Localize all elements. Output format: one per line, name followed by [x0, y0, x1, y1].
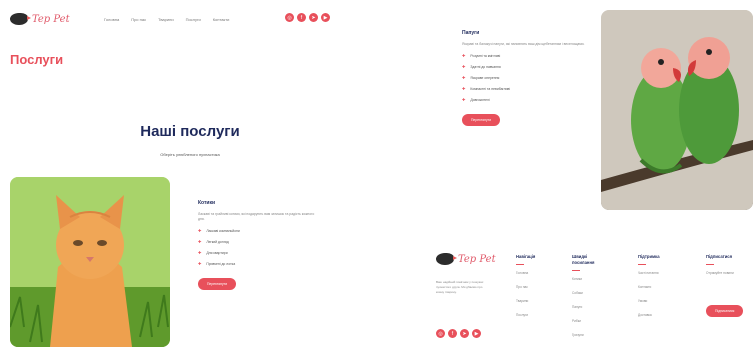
footer-divider [638, 264, 646, 265]
services-page-left: Tep Pet Головна Про нас Тварини Послуги … [0, 0, 380, 357]
footer-link[interactable]: Папуги [572, 305, 610, 309]
cat-illustration [10, 177, 170, 347]
nav-item-animals[interactable]: Тварини [158, 17, 173, 22]
parrot-view-button[interactable]: Переглянути [462, 114, 501, 126]
section-subtitle: Оберіть улюбленого пухнастика [160, 152, 220, 157]
footer-col-support: Підтримка Часті питання Контакти Умови Д… [638, 254, 676, 327]
footer-logo-text: Tep Pet [458, 253, 496, 265]
section-title: Наші послуги [140, 123, 240, 140]
footer-link[interactable]: Тварини [516, 299, 554, 303]
facebook-icon[interactable]: f [297, 13, 306, 22]
footer-link[interactable]: Контакти [638, 285, 676, 289]
site-footer: Tep Pet Ваш надійний помічник у пошуках … [436, 250, 753, 357]
list-item: Привчені до лотка [198, 261, 316, 266]
footer-link[interactable]: Собаки [572, 291, 610, 295]
footer-divider [516, 264, 524, 265]
list-item: Яскраве оперення [462, 75, 592, 80]
cat-card-title: Котики [198, 200, 216, 206]
cat-card: Котики Ласкаві та грайливі котики, які п… [198, 200, 316, 290]
footer-col-title: Підписатися [706, 254, 733, 259]
cat-card-description: Ласкаві та грайливі котики, які подаруют… [198, 212, 315, 221]
list-item: Розумні та кмітливі [462, 53, 592, 58]
footer-link[interactable]: Умови [638, 299, 676, 303]
site-logo[interactable]: Tep Pet [10, 13, 70, 25]
footer-col-subscribe: Підписатися Отримуйте новини Підписатися [706, 254, 744, 317]
list-item: Довгожителі [462, 97, 592, 102]
footer-divider [572, 270, 580, 271]
nav-item-contacts[interactable]: Контакти [213, 17, 230, 22]
list-item: Легкий догляд [198, 239, 316, 244]
footer-col-navigation: Навігація Головна Про нас Тварини Послуг… [516, 254, 554, 327]
footer-link[interactable]: Головна [516, 271, 554, 275]
instagram-icon[interactable]: ◎ [436, 329, 445, 338]
cat-view-button[interactable]: Переглянути [198, 278, 237, 290]
cat-card-bullets: Ласкаві компаньйони Легкий догляд Для кв… [198, 228, 316, 266]
footer-link[interactable]: Доставка [638, 313, 676, 317]
list-item: Компактні та невибагливі [462, 86, 592, 91]
footer-link[interactable]: Послуги [516, 313, 554, 317]
telegram-icon[interactable]: ➤ [460, 329, 469, 338]
parrot-card-title: Папуги [462, 30, 480, 36]
parrot-card: Папуги Яскраві та балакучі папуги, які н… [462, 30, 592, 126]
youtube-icon[interactable]: ▶ [472, 329, 481, 338]
telegram-icon[interactable]: ➤ [309, 13, 318, 22]
footer-col-title: Швидкі посилання [572, 254, 595, 265]
footer-logo[interactable]: Tep Pet [436, 253, 496, 265]
footer-link[interactable]: Котики [572, 277, 610, 281]
footer-link[interactable]: Про нас [516, 285, 554, 289]
nav-item-home[interactable]: Головна [104, 17, 119, 22]
footer-link[interactable]: Рибки [572, 319, 610, 323]
footer-col-title: Підтримка [638, 254, 660, 259]
parrot-card-bullets: Розумні та кмітливі Здатні до навчання Я… [462, 53, 592, 102]
header-socials: ◎ f ➤ ▶ [285, 13, 330, 22]
nav-item-services[interactable]: Послуги [186, 17, 201, 22]
footer-link[interactable]: Часті питання [638, 271, 676, 275]
cat-image [10, 177, 170, 347]
footer-col-title: Навігація [516, 254, 536, 259]
footer-divider [706, 264, 714, 265]
parrot-image [601, 10, 753, 210]
logo-bird-icon [10, 13, 31, 25]
parrot-illustration [601, 10, 753, 210]
list-item: Для квартири [198, 250, 316, 255]
services-page-right: Папуги Яскраві та балакучі папуги, які н… [414, 0, 753, 357]
parrot-card-description: Яскраві та балакучі папуги, які наповнят… [462, 42, 585, 46]
footer-socials: ◎ f ➤ ▶ [436, 329, 481, 338]
nav-item-about[interactable]: Про нас [131, 17, 146, 22]
subscribe-input[interactable]: Отримуйте новини [706, 271, 744, 275]
youtube-icon[interactable]: ▶ [321, 13, 330, 22]
logo-text: Tep Pet [32, 13, 70, 25]
logo-bird-icon [436, 253, 457, 265]
main-nav: Головна Про нас Тварини Послуги Контакти [104, 17, 229, 22]
list-item: Ласкаві компаньйони [198, 228, 316, 233]
footer-col-quick-links: Швидкі посилання Котики Собаки Папуги Ри… [572, 254, 610, 347]
instagram-icon[interactable]: ◎ [285, 13, 294, 22]
footer-description: Ваш надійний помічник у пошуках пухнасто… [436, 280, 484, 294]
subscribe-button[interactable]: Підписатися [706, 305, 744, 317]
facebook-icon[interactable]: f [448, 329, 457, 338]
footer-link[interactable]: Гризуни [572, 333, 610, 337]
page-title: Послуги [10, 52, 64, 67]
list-item: Здатні до навчання [462, 64, 592, 69]
